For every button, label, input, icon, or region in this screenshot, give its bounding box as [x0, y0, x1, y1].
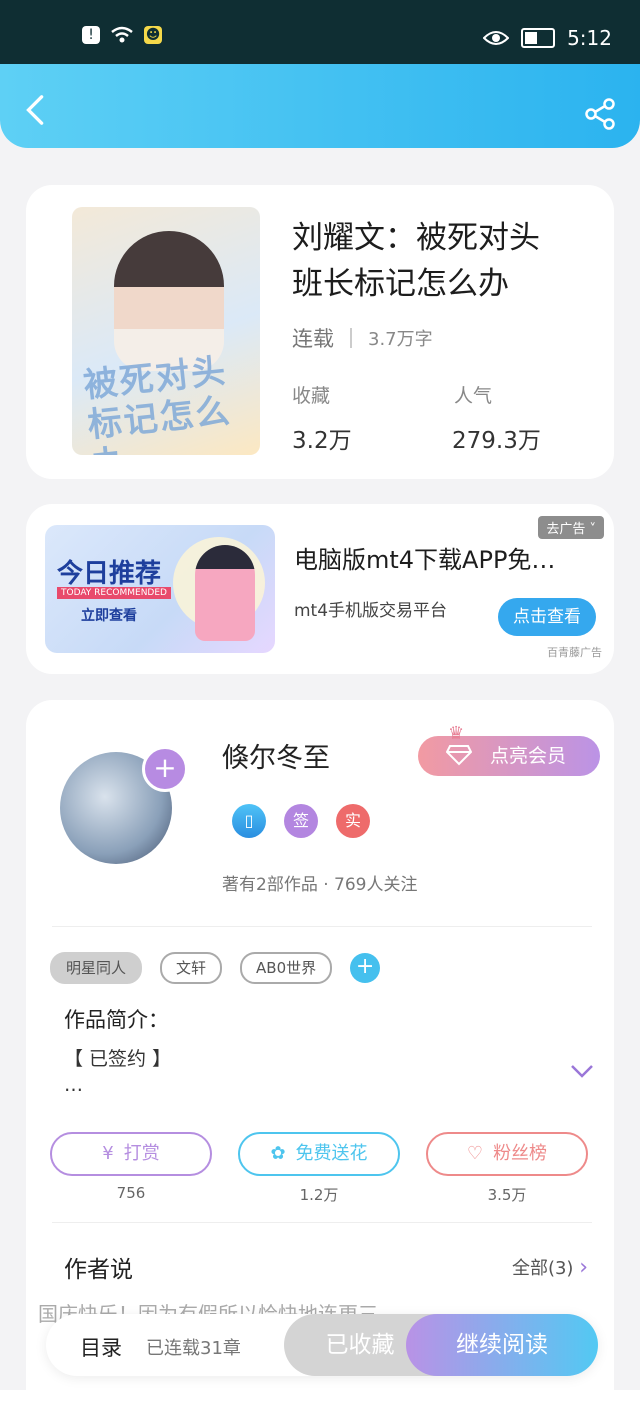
follow-author-button[interactable]: + [142, 746, 188, 792]
flower-count: 1.2万 [299, 1186, 339, 1204]
divider [52, 1222, 592, 1223]
popularity-count: 279.3万 [452, 428, 541, 454]
book-info-card: 被死对头标记怎么办 刘耀文：被死对头 班长标记怎么办 连载 3.7万字 收藏 3… [26, 185, 614, 479]
phone-badge-icon[interactable]: ▯ [232, 804, 266, 838]
ad-title: 电脑版mt4下载APP免… [294, 546, 556, 574]
author-stats: 著有2部作品 · 769人关注 [222, 875, 418, 895]
battery-icon [521, 28, 556, 48]
chapter-count: 已连载31章 [146, 1338, 241, 1359]
bottom-area [0, 1390, 640, 1422]
coin-icon: ¥ [102, 1143, 114, 1164]
fan-count: 3.5万 [487, 1186, 527, 1204]
user-heart-icon: ♡ [466, 1143, 484, 1164]
vip-button[interactable]: ♛ 点亮会员 [418, 723, 600, 776]
diamond-icon [446, 745, 472, 766]
divider [350, 328, 352, 348]
cover-title-art: 被死对头标记怎么办 [81, 351, 234, 455]
bottom-action-bar: 目录 已连载31章 已收藏 继续阅读 [46, 1314, 598, 1376]
verified-badge[interactable]: 实 [336, 804, 370, 838]
ad-image-cta: 立即查看 [81, 608, 137, 624]
book-cover[interactable]: 被死对头标记怎么办 [72, 207, 260, 455]
clock: 5:12 [567, 26, 612, 50]
remove-ad-button[interactable]: 去广告 ˅ [538, 516, 604, 539]
cover-portrait [114, 231, 224, 371]
intro-text: 【 已签约 】 … [64, 1048, 172, 1096]
author-badges: ▯ 签 实 [232, 804, 370, 838]
author-says-heading: 作者说 [64, 1257, 133, 1283]
ad-card[interactable]: 今日推荐 TODAY RECOMMENDED 立即查看 去广告 ˅ 电脑版mt4… [26, 504, 614, 674]
share-icon[interactable] [584, 98, 616, 130]
divider [52, 926, 592, 927]
intro-heading: 作品简介： [64, 1008, 169, 1032]
favorites-count: 3.2万 [292, 428, 352, 454]
reward-count: 756 [116, 1184, 146, 1202]
send-flower-button[interactable]: ✿ 免费送花 [238, 1132, 400, 1176]
ad-image[interactable]: 今日推荐 TODAY RECOMMENDED 立即查看 [45, 525, 275, 653]
ad-image-title: 今日推荐 [57, 559, 162, 589]
ad-image-figure [195, 545, 255, 641]
tag-item[interactable]: 明星同人 [50, 952, 143, 984]
back-arrow-icon[interactable] [22, 94, 50, 126]
top-nav [0, 64, 640, 148]
status-bar: ! ☻ 5:12 [0, 0, 640, 64]
book-title: 刘耀文：被死对头 班长标记怎么办 [292, 220, 540, 302]
reward-button[interactable]: ¥ 打赏 [50, 1132, 212, 1176]
author-name: 倏尔冬至 [222, 743, 330, 774]
ad-source: 百青藤广告 [547, 646, 602, 659]
author-says-all-link[interactable]: 全部(3) › [512, 1254, 588, 1280]
continue-reading-button[interactable]: 继续阅读 [406, 1314, 598, 1376]
eye-icon [483, 31, 510, 45]
book-status-row: 连载 3.7万字 [292, 323, 433, 353]
flower-icon: ✿ [270, 1143, 286, 1164]
fan-rank-button[interactable]: ♡ 粉丝榜 [426, 1132, 588, 1176]
app-notification-icon: ☻ [144, 26, 162, 44]
ad-image-subtitle: TODAY RECOMMENDED [57, 587, 171, 599]
tag-list: 明星同人 文轩 AB0世界 + [50, 952, 381, 984]
tag-item[interactable]: AB0世界 [240, 952, 333, 984]
wifi-icon [111, 26, 133, 43]
ad-view-button[interactable]: 点击查看 [498, 598, 596, 636]
alert-icon: ! [82, 26, 100, 44]
tag-item[interactable]: 文轩 [160, 952, 223, 984]
word-count: 3.7万字 [368, 329, 433, 350]
chevron-right-icon: › [579, 1255, 588, 1280]
catalog-button[interactable]: 目录 [80, 1332, 122, 1362]
signed-badge[interactable]: 签 [284, 804, 318, 838]
popularity-label: 人气 [454, 385, 493, 407]
add-tag-button[interactable]: + [350, 953, 381, 983]
ad-subtitle: mt4手机版交易平台 [294, 601, 448, 621]
favorites-label: 收藏 [292, 385, 331, 407]
chevron-down-icon[interactable] [570, 1064, 594, 1078]
serial-status: 连载 [292, 327, 334, 351]
